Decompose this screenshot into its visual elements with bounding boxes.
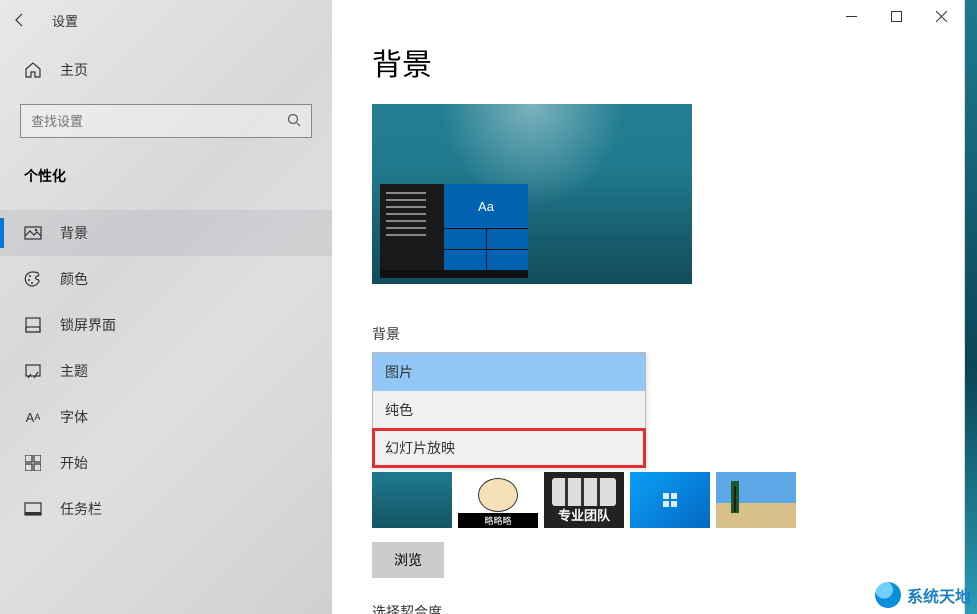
nav-item-label: 任务栏 [60, 499, 102, 519]
nav-item-label: 背景 [60, 223, 88, 243]
preview-tiles: Aa [444, 184, 528, 270]
dropdown-option-picture[interactable]: 图片 [373, 353, 645, 391]
desktop-preview: Aa [372, 104, 692, 284]
nav-item-label: 开始 [60, 453, 88, 473]
watermark-text: 系统天地 [907, 583, 971, 607]
nav-list: 背景 颜色 锁屏界面 主题 [0, 210, 332, 532]
preview-start-panel [380, 184, 444, 270]
browse-button[interactable]: 浏览 [372, 542, 444, 578]
category-title: 个性化 [0, 152, 332, 196]
maximize-button[interactable] [874, 0, 919, 32]
titlebar: 设置 [0, 0, 964, 40]
dropdown-option-slideshow[interactable]: 幻灯片放映 [373, 429, 645, 467]
nav-item-lockscreen[interactable]: 锁屏界面 [0, 302, 332, 348]
page-title: 背景 [372, 40, 924, 84]
nav-item-taskbar[interactable]: 任务栏 [0, 486, 332, 532]
picture-icon [24, 224, 42, 242]
nav-item-background[interactable]: 背景 [0, 210, 332, 256]
back-button[interactable] [0, 0, 40, 40]
preview-taskbar [380, 270, 528, 278]
font-icon: AA [24, 408, 42, 426]
nav-item-label: 主题 [60, 361, 88, 381]
nav-item-colors[interactable]: 颜色 [0, 256, 332, 302]
thumb-caption: 略略略 [458, 513, 538, 528]
home-icon [24, 61, 42, 79]
image-thumb[interactable] [716, 472, 796, 528]
nav-item-fonts[interactable]: AA 字体 [0, 394, 332, 440]
sidebar: 主页 个性化 背景 颜色 [0, 0, 332, 614]
settings-window: 设置 主页 个性化 [0, 0, 965, 614]
close-button[interactable] [919, 0, 964, 32]
image-thumb[interactable]: 略略略 [458, 472, 538, 528]
background-type-dropdown[interactable]: 图片 纯色 幻灯片放映 [372, 352, 646, 468]
image-thumb[interactable] [630, 472, 710, 528]
recent-images-row: 略略略 专业团队 [372, 472, 924, 528]
minimize-button[interactable] [829, 0, 874, 32]
home-link[interactable]: 主页 [0, 50, 332, 90]
thumb-caption: 专业团队 [558, 505, 610, 524]
search-icon [287, 113, 301, 130]
nav-item-themes[interactable]: 主题 [0, 348, 332, 394]
theme-icon [24, 362, 42, 380]
window-controls [829, 0, 964, 32]
watermark: 系统天地 [875, 582, 971, 608]
edge-decoration [965, 0, 977, 614]
image-thumb[interactable]: 专业团队 [544, 472, 624, 528]
search-box[interactable] [20, 104, 312, 138]
window-title: 设置 [52, 11, 78, 30]
fit-section-label: 选择契合度 [372, 602, 924, 614]
palette-icon [24, 270, 42, 288]
globe-icon [875, 582, 901, 608]
nav-item-label: 字体 [60, 407, 88, 427]
image-thumb[interactable] [372, 472, 452, 528]
nav-item-label: 锁屏界面 [60, 315, 116, 335]
home-label: 主页 [60, 60, 88, 80]
taskbar-icon [24, 500, 42, 518]
nav-item-label: 颜色 [60, 269, 88, 289]
search-input[interactable] [31, 114, 287, 129]
background-section-label: 背景 [372, 324, 924, 344]
dropdown-option-solid[interactable]: 纯色 [373, 391, 645, 429]
preview-tile-sample: Aa [444, 184, 528, 228]
preview-start-overlay: Aa [380, 184, 528, 278]
start-icon [24, 454, 42, 472]
main-content: 背景 Aa 背景 图片 纯色 幻灯片放映 [332, 0, 964, 614]
nav-item-start[interactable]: 开始 [0, 440, 332, 486]
lockscreen-icon [24, 316, 42, 334]
